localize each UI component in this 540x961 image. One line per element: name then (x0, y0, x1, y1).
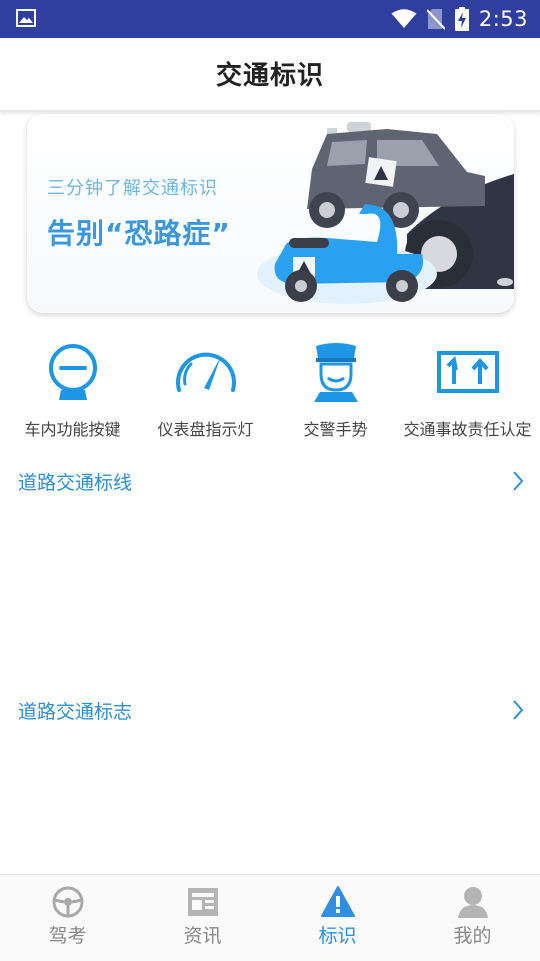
category-label: 车内功能按键 (24, 420, 121, 439)
chevron-right-icon (513, 471, 524, 491)
category-police-gestures[interactable]: 交警手势 (268, 340, 403, 440)
wifi-icon (391, 9, 417, 28)
category-car-buttons[interactable]: 车内功能按键 (5, 340, 140, 440)
app-bar: 交通标识 (0, 38, 540, 112)
warning-sign-icon (320, 886, 355, 917)
nav-label: 我的 (453, 925, 492, 947)
category-grid: 车内功能按键 仪表盘指示灯 交警手势 交通事故责任认定 (0, 340, 540, 440)
bottom-nav: 驾考 资讯 标识 我的 (0, 874, 540, 961)
banner-headline: 告别“恐路症” (47, 217, 231, 250)
steering-wheel-icon (52, 886, 83, 918)
clock: 2:53 (478, 7, 528, 31)
chevron-right-icon (513, 700, 524, 720)
category-dashboard-lights[interactable]: 仪表盘指示灯 (138, 340, 273, 440)
section-title: 道路交通标志 (18, 701, 133, 723)
nav-tab-exam[interactable]: 驾考 (0, 875, 135, 961)
section-title: 道路交通标线 (18, 472, 133, 494)
no-sim-icon (426, 9, 445, 30)
nav-label: 驾考 (48, 925, 87, 947)
page-title: 交通标识 (215, 61, 324, 91)
nav-tab-profile[interactable]: 我的 (405, 875, 540, 961)
speedometer-icon (175, 352, 236, 392)
section-road-signs[interactable]: 道路交通标志 (0, 691, 540, 731)
category-label: 交通事故责任认定 (403, 420, 532, 439)
nav-tab-signs[interactable]: 标识 (270, 875, 405, 961)
nav-label: 资讯 (183, 925, 222, 947)
traffic-police-icon (313, 343, 358, 402)
category-label: 仪表盘指示灯 (157, 420, 254, 439)
news-icon (187, 888, 218, 916)
steering-wheel-icon (48, 344, 97, 400)
user-icon (457, 887, 488, 918)
category-accident-liability[interactable]: 交通事故责任认定 (400, 340, 535, 440)
image-icon (16, 9, 36, 27)
battery-charging-icon (454, 7, 469, 31)
promo-banner[interactable]: 三分钟了解交通标识 告别“恐路症” (27, 114, 514, 313)
road-arrows-icon (436, 351, 499, 393)
nav-label: 标识 (318, 925, 357, 947)
status-bar: 2:53 (0, 0, 540, 38)
nav-tab-news[interactable]: 资讯 (135, 875, 270, 961)
category-label: 交警手势 (303, 420, 368, 439)
section-road-markings[interactable]: 道路交通标线 (0, 462, 540, 502)
banner-subtitle: 三分钟了解交通标识 (47, 178, 218, 199)
